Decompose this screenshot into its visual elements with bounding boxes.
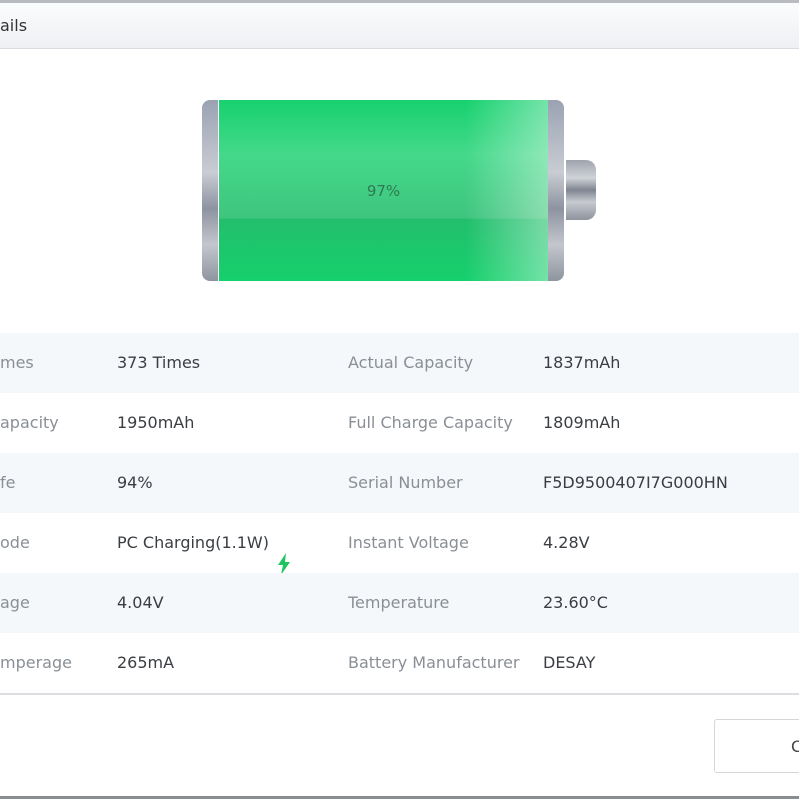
info-label: fe bbox=[0, 473, 16, 492]
info-value: 4.28V bbox=[543, 533, 590, 552]
info-label: Full Charge Capacity bbox=[348, 413, 513, 432]
info-value: 4.04V bbox=[117, 593, 164, 612]
info-label: age bbox=[0, 593, 30, 612]
info-value: F5D9500407I7G000HN bbox=[543, 473, 728, 492]
info-label: mes bbox=[0, 353, 34, 372]
battery-left-cap bbox=[202, 100, 218, 281]
info-row: apacity 1950mAh Full Charge Capacity 1809mA… bbox=[0, 393, 799, 453]
info-label: Temperature bbox=[348, 593, 450, 612]
info-row: ode PC Charging(1.1W) Instant Voltage 4.28V bbox=[0, 513, 799, 575]
info-label: ode bbox=[0, 533, 30, 552]
info-label: apacity bbox=[0, 413, 59, 432]
footer-divider bbox=[0, 693, 799, 695]
info-value: 23.60°C bbox=[543, 593, 608, 612]
info-row: fe 94% Serial Number F5D9500407I7G000HN bbox=[0, 453, 799, 513]
close-button[interactable]: C bbox=[714, 719, 799, 773]
battery-graphic: 97% bbox=[202, 100, 596, 281]
info-value: 373 Times bbox=[117, 353, 201, 372]
info-value: 1809mAh bbox=[543, 413, 621, 432]
dialog-header: ails bbox=[0, 3, 799, 49]
info-label: Serial Number bbox=[348, 473, 463, 492]
info-label: Battery Manufacturer bbox=[348, 653, 520, 672]
info-label: mperage bbox=[0, 653, 72, 672]
battery-right-cap bbox=[548, 100, 564, 281]
battery-percent: 97% bbox=[366, 182, 401, 200]
info-row: mperage 265mA Battery Manufacturer DESAY bbox=[0, 633, 799, 693]
info-row: mes 373 Times Actual Capacity 1837mAh bbox=[0, 333, 799, 393]
info-value: 1837mAh bbox=[543, 353, 621, 372]
info-value: 265mA bbox=[117, 653, 175, 672]
dialog-title: ails bbox=[0, 16, 28, 35]
battery-fill: 97% bbox=[219, 100, 548, 281]
info-row: age 4.04V Temperature 23.60°C bbox=[0, 573, 799, 633]
info-value: DESAY bbox=[543, 653, 596, 672]
close-button-label: C bbox=[791, 737, 799, 756]
info-label: Instant Voltage bbox=[348, 533, 469, 552]
info-label: Actual Capacity bbox=[348, 353, 474, 372]
info-value: 1950mAh bbox=[117, 413, 195, 432]
info-value: PC Charging(1.1W) bbox=[117, 533, 290, 575]
info-value: 94% bbox=[117, 473, 153, 492]
battery-terminal bbox=[566, 160, 596, 220]
